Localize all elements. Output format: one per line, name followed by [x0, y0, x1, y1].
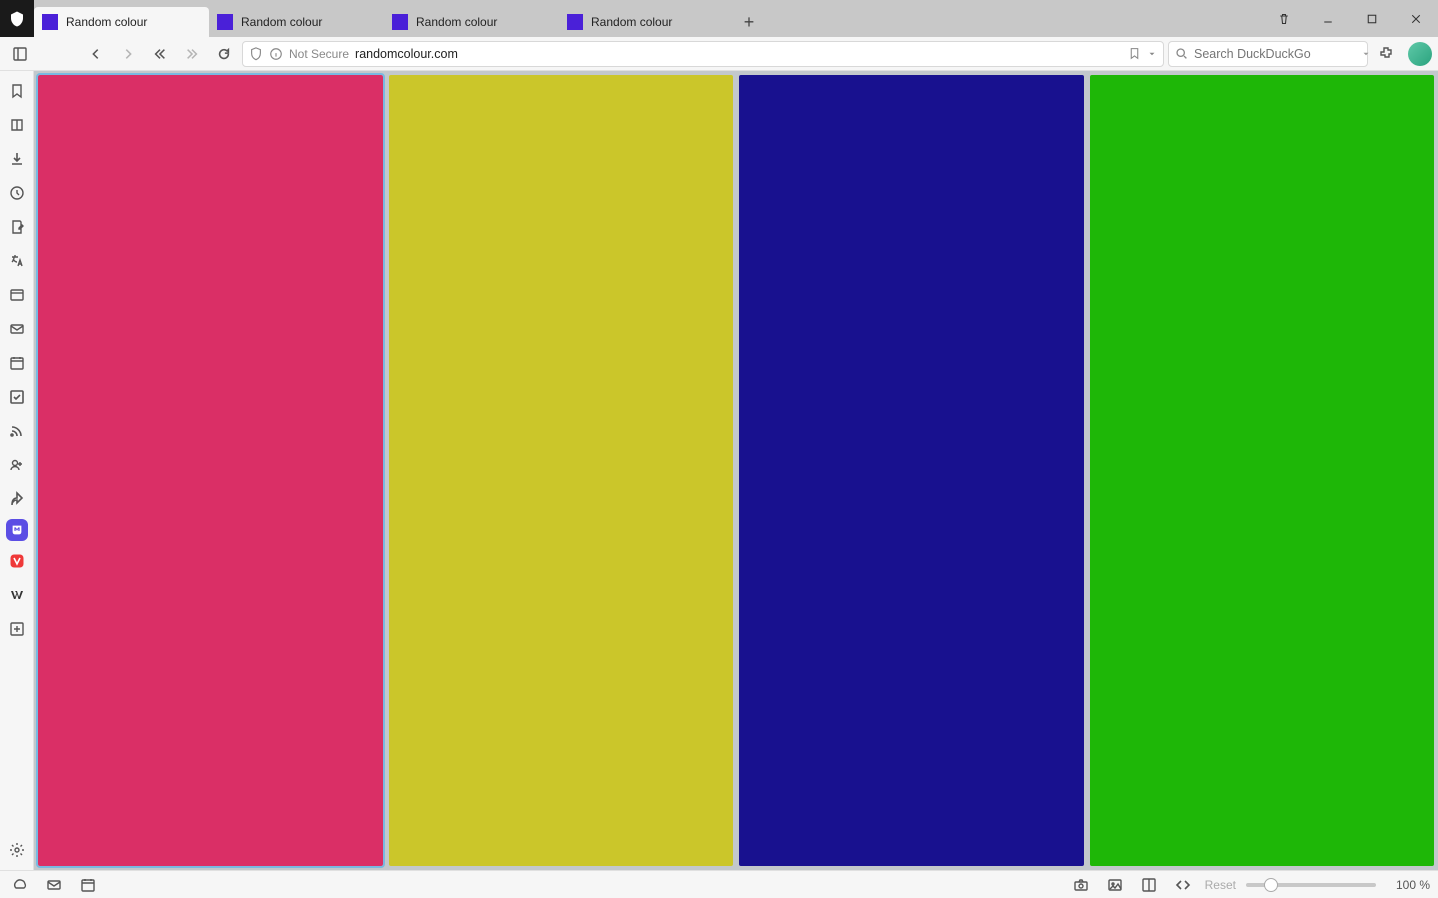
sync-status-icon[interactable] [8, 873, 32, 897]
tab-label: Random colour [591, 15, 672, 29]
reload-button[interactable] [210, 40, 238, 68]
vivaldi-menu-button[interactable] [0, 0, 34, 37]
new-tab-button[interactable]: + [734, 7, 764, 37]
content-pane-3[interactable] [739, 75, 1084, 866]
translate-panel-icon[interactable] [3, 247, 31, 275]
reading-list-panel-icon[interactable] [3, 111, 31, 139]
bookmarks-panel-icon[interactable] [3, 77, 31, 105]
trash-closed-tabs-button[interactable] [1262, 4, 1306, 34]
maximize-button[interactable] [1350, 4, 1394, 34]
extensions-button[interactable] [1372, 40, 1400, 68]
calendar-panel-icon[interactable] [3, 349, 31, 377]
back-button[interactable] [82, 40, 110, 68]
content-pane-4[interactable] [1090, 75, 1435, 866]
add-web-panel-icon[interactable] [3, 615, 31, 643]
panel-toggle-button[interactable] [6, 40, 34, 68]
content-pane-2[interactable] [389, 75, 734, 866]
tracker-shield-icon[interactable] [249, 47, 263, 61]
content-pane-1[interactable] [38, 75, 383, 866]
search-icon [1175, 47, 1188, 60]
tiled-content-area [34, 71, 1438, 870]
tab-label: Random colour [241, 15, 322, 29]
window-controls [1262, 0, 1438, 37]
tasks-panel-icon[interactable] [3, 383, 31, 411]
mail-panel-icon[interactable] [3, 315, 31, 343]
tab-1[interactable]: Random colour [34, 7, 209, 37]
search-input[interactable] [1194, 47, 1355, 61]
status-bar: Reset 100 % [0, 870, 1438, 898]
vivaldi-community-panel-icon[interactable] [3, 547, 31, 575]
window-panel-icon[interactable] [3, 281, 31, 309]
favicon-icon [567, 14, 583, 30]
tab-3[interactable]: Random colour [384, 7, 559, 37]
panel-sidebar [0, 71, 34, 870]
security-status-label: Not Secure [289, 47, 349, 61]
zoom-reset-button[interactable]: Reset [1205, 878, 1236, 892]
capture-page-icon[interactable] [1069, 873, 1093, 897]
minimize-button[interactable] [1306, 4, 1350, 34]
zoom-percent-label: 100 % [1386, 878, 1430, 892]
fast-forward-button[interactable] [178, 40, 206, 68]
mastodon-panel-icon[interactable] [6, 519, 28, 541]
tabs-container: Random colour Random colour Random colou… [34, 0, 1262, 37]
sessions-panel-icon[interactable] [3, 485, 31, 513]
history-panel-icon[interactable] [3, 179, 31, 207]
feeds-panel-icon[interactable] [3, 417, 31, 445]
notes-panel-icon[interactable] [3, 213, 31, 241]
image-toggle-icon[interactable] [1103, 873, 1127, 897]
contacts-panel-icon[interactable] [3, 451, 31, 479]
calendar-status-icon[interactable] [76, 873, 100, 897]
tab-label: Random colour [66, 15, 147, 29]
settings-panel-icon[interactable] [3, 836, 31, 864]
url-dropdown-icon[interactable] [1147, 49, 1157, 59]
url-field[interactable]: Not Secure randomcolour.com [242, 41, 1164, 67]
address-bar: Not Secure randomcolour.com [0, 37, 1438, 71]
tab-2[interactable]: Random colour [209, 7, 384, 37]
url-text: randomcolour.com [355, 47, 458, 61]
forward-button[interactable] [114, 40, 142, 68]
site-info-icon[interactable] [269, 47, 283, 61]
tab-bar: Random colour Random colour Random colou… [0, 0, 1438, 37]
tab-label: Random colour [416, 15, 497, 29]
favicon-icon [42, 14, 58, 30]
search-field[interactable] [1168, 41, 1368, 67]
downloads-panel-icon[interactable] [3, 145, 31, 173]
zoom-slider-thumb[interactable] [1264, 878, 1278, 892]
toggle-devtools-icon[interactable] [1171, 873, 1195, 897]
favicon-icon [392, 14, 408, 30]
favicon-icon [217, 14, 233, 30]
bookmark-page-icon[interactable] [1128, 47, 1141, 60]
zoom-slider[interactable] [1246, 883, 1376, 887]
search-engine-dropdown-icon[interactable] [1361, 49, 1371, 59]
tab-4[interactable]: Random colour [559, 7, 734, 37]
close-window-button[interactable] [1394, 4, 1438, 34]
page-tiling-icon[interactable] [1137, 873, 1161, 897]
rewind-button[interactable] [146, 40, 174, 68]
profile-avatar[interactable] [1408, 42, 1432, 66]
mail-status-icon[interactable] [42, 873, 66, 897]
wikipedia-panel-icon[interactable] [3, 581, 31, 609]
